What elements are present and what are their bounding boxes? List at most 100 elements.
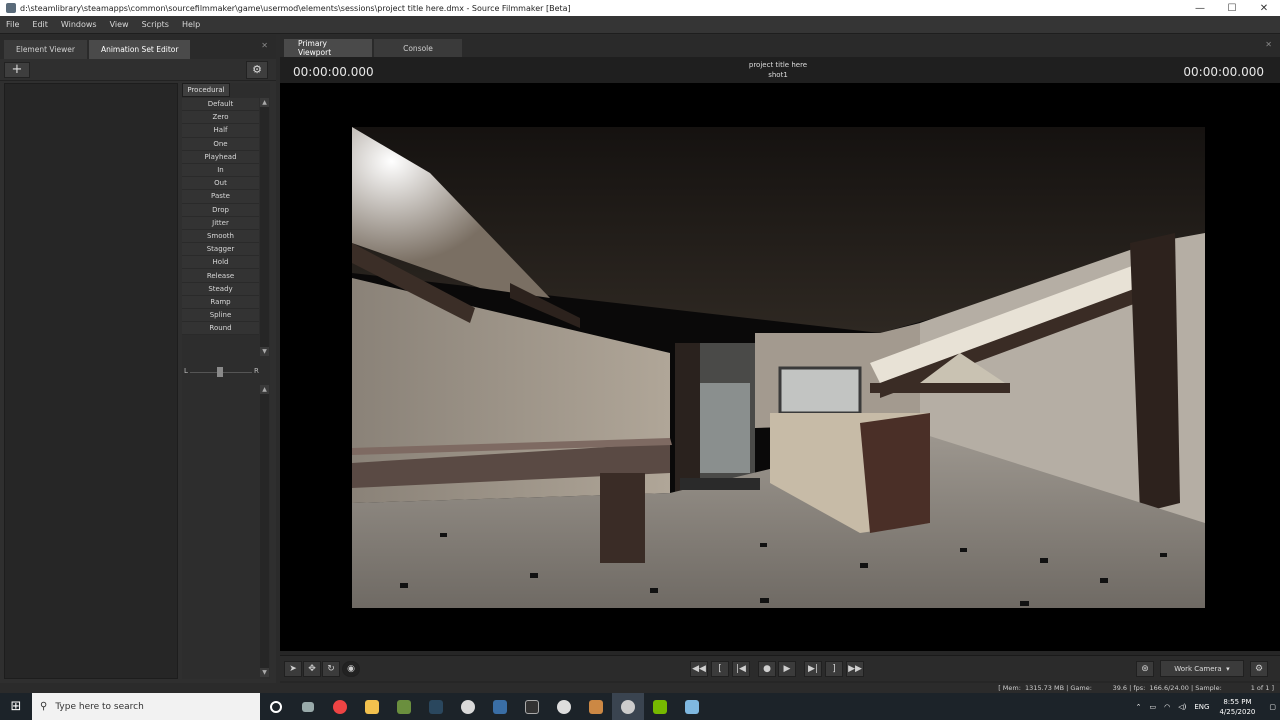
app-icon <box>6 3 16 13</box>
clock[interactable]: 8:55 PM 4/25/2020 <box>1219 697 1255 717</box>
timecode-right: 00:00:00.000 <box>1183 65 1264 79</box>
attribute-scrollbar[interactable]: ▲ ▼ <box>260 385 269 677</box>
procedural-spline[interactable]: Spline <box>182 309 259 323</box>
procedural-smooth[interactable]: Smooth <box>182 229 259 244</box>
cortana-icon[interactable] <box>260 693 292 720</box>
menu-edit[interactable]: Edit <box>32 20 48 29</box>
procedural-round[interactable]: Round <box>182 322 259 336</box>
tab-animation-set-editor[interactable]: Animation Set Editor <box>88 40 191 59</box>
mark-in-icon[interactable]: [ <box>711 661 729 677</box>
animation-set-list[interactable] <box>4 83 178 679</box>
fast-forward-icon[interactable]: ▶▶ <box>846 661 864 677</box>
procedural-in[interactable]: In <box>182 163 259 178</box>
notepad-icon[interactable] <box>676 693 708 720</box>
nvidia-icon[interactable] <box>644 693 676 720</box>
gear-icon[interactable]: ⚙ <box>1250 661 1268 677</box>
scroll-up-icon[interactable]: ▲ <box>260 98 269 107</box>
taskbar-search[interactable]: ⚲ Type here to search <box>32 693 260 720</box>
minecraft-icon[interactable] <box>388 693 420 720</box>
file-explorer-icon[interactable] <box>356 693 388 720</box>
wifi-icon[interactable]: ◠ <box>1164 703 1170 711</box>
procedural-paste[interactable]: Paste <box>182 190 259 204</box>
procedural-drop[interactable]: Drop <box>182 203 259 217</box>
menu-scripts[interactable]: Scripts <box>142 20 169 29</box>
steam-icon[interactable] <box>420 693 452 720</box>
animation-set-toolbar: + ⚙ <box>0 59 276 81</box>
procedural-scrollbar[interactable]: ▲ ▼ <box>260 98 269 356</box>
procedural-hold[interactable]: Hold <box>182 256 259 270</box>
epic-games-icon[interactable] <box>516 693 548 720</box>
scroll-down-icon[interactable]: ▼ <box>260 347 269 356</box>
work-camera-dropdown[interactable]: Work Camera ▾ <box>1160 660 1244 677</box>
skip-end-icon[interactable]: ▶| <box>804 661 822 677</box>
add-animation-set-button[interactable]: + <box>4 62 30 78</box>
scroll-up-icon[interactable]: ▲ <box>260 385 269 394</box>
mark-out-icon[interactable]: ] <box>825 661 843 677</box>
3d-viewport[interactable] <box>280 83 1280 651</box>
gear-icon[interactable]: ⚙ <box>246 61 268 79</box>
menu-view[interactable]: View <box>110 20 129 29</box>
balance-slider[interactable]: L R <box>182 365 270 379</box>
procedural-tab[interactable]: Procedural <box>182 83 230 97</box>
procedural-jitter[interactable]: Jitter <box>182 216 259 230</box>
procedural-playhead[interactable]: Playhead <box>182 150 259 164</box>
menu-help[interactable]: Help <box>182 20 200 29</box>
left-panel: Element Viewer Animation Set Editor ✕ + … <box>0 35 276 683</box>
procedural-default[interactable]: Default <box>182 98 259 112</box>
menu-file[interactable]: File <box>6 20 19 29</box>
task-view-icon[interactable] <box>292 693 324 720</box>
network-icon[interactable]: ▭ <box>1150 703 1157 711</box>
maximize-button[interactable]: ☐ <box>1216 0 1248 16</box>
search-placeholder: Type here to search <box>55 701 144 712</box>
scroll-down-icon[interactable]: ▼ <box>260 668 269 677</box>
tab-console[interactable]: Console <box>374 39 462 57</box>
close-icon[interactable]: ✕ <box>1265 40 1272 49</box>
tab-primary-viewport[interactable]: Primary Viewport <box>284 39 372 57</box>
blender-icon[interactable] <box>484 693 516 720</box>
procedural-ramp[interactable]: Ramp <box>182 295 259 309</box>
menu-bar: File Edit Windows View Scripts Help <box>0 16 1280 34</box>
menu-windows[interactable]: Windows <box>61 20 97 29</box>
windows-start-icon[interactable]: ⊞ <box>0 693 32 720</box>
clock-date: 4/25/2020 <box>1219 707 1256 716</box>
window-titlebar: d:\steamlibrary\steamapps\common\sourcef… <box>0 0 1280 16</box>
minimize-button[interactable]: — <box>1184 0 1216 16</box>
app-icon[interactable] <box>580 693 612 720</box>
procedural-one[interactable]: One <box>182 137 259 151</box>
tab-element-viewer[interactable]: Element Viewer <box>4 40 87 59</box>
close-button[interactable]: ✕ <box>1248 0 1280 16</box>
system-tray: ⌃ ▭ ◠ ◁) ENG 8:55 PM 4/25/2020 ▢ <box>1132 693 1280 720</box>
chevron-up-icon[interactable]: ⌃ <box>1136 703 1142 711</box>
play-icon[interactable]: ▶ <box>778 661 796 677</box>
camera-settings-icon[interactable]: ⊛ <box>1136 661 1154 677</box>
perf-stats: [ Mem: 1315.73 MB | Game: 39.6 | fps: 16… <box>998 684 1274 692</box>
procedural-steady[interactable]: Steady <box>182 282 259 296</box>
notification-icon[interactable]: ▢ <box>1269 703 1276 711</box>
procedural-list: Default Zero Half One Playhead In Out Pa… <box>182 98 259 336</box>
slider-handle[interactable] <box>217 367 223 377</box>
procedural-zero[interactable]: Zero <box>182 111 259 125</box>
sfm-active-icon[interactable] <box>612 693 644 720</box>
record-icon[interactable]: ● <box>758 661 776 677</box>
volume-icon[interactable]: ◁) <box>1178 703 1186 711</box>
source-filmmaker-icon[interactable] <box>452 693 484 720</box>
move-tool-icon[interactable]: ✥ <box>303 661 321 677</box>
rotate-tool-icon[interactable]: ↻ <box>322 661 340 677</box>
procedural-half[interactable]: Half <box>182 124 259 138</box>
procedural-stagger[interactable]: Stagger <box>182 243 259 257</box>
project-info: project title here shot1 <box>280 60 1276 80</box>
chrome-icon[interactable] <box>324 693 356 720</box>
procedural-release[interactable]: Release <box>182 269 259 283</box>
app-icon[interactable] <box>548 693 580 720</box>
windows-taskbar: ⊞ ⚲ Type here to search ⌃ ▭ ◠ ◁) ENG 8:5… <box>0 693 1280 720</box>
project-title: project title here <box>748 61 808 69</box>
select-tool-icon[interactable]: ➤ <box>284 661 302 677</box>
close-icon[interactable]: ✕ <box>261 41 268 50</box>
clock-time: 8:55 PM <box>1223 697 1252 706</box>
target-icon[interactable]: ◉ <box>342 661 360 677</box>
left-tabbar: Element Viewer Animation Set Editor ✕ <box>0 35 276 59</box>
rewind-icon[interactable]: ◀◀ <box>690 661 708 677</box>
language-indicator[interactable]: ENG <box>1194 703 1209 711</box>
skip-start-icon[interactable]: |◀ <box>732 661 750 677</box>
procedural-out[interactable]: Out <box>182 177 259 191</box>
